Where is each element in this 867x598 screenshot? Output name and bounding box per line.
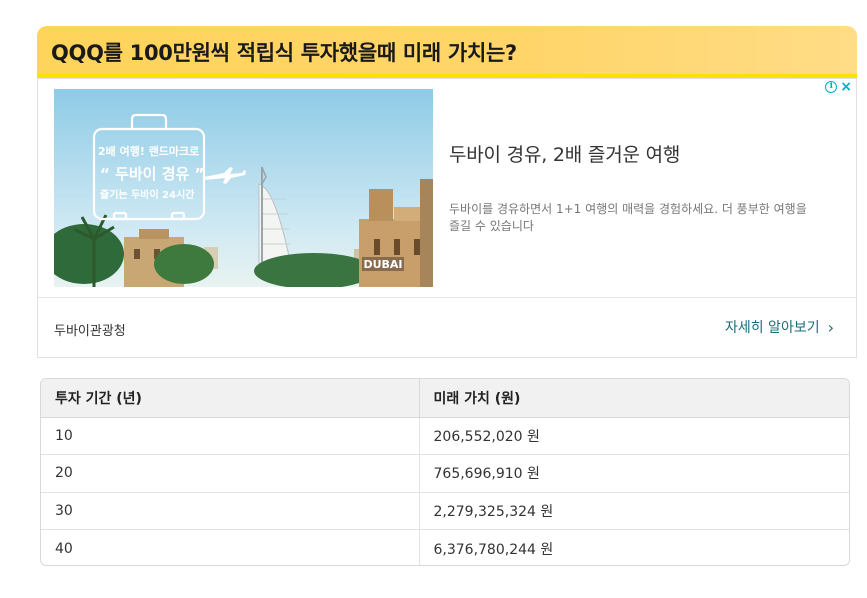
ad-image-line2: “ 두바이 경유 ”: [100, 165, 204, 183]
chevron-right-icon: ›: [827, 317, 834, 337]
cell-period: 20: [41, 454, 420, 493]
info-icon[interactable]: i: [825, 81, 838, 93]
page-title: QQQ를 100만원씩 적립식 투자했을때 미래 가치는?: [51, 41, 517, 65]
ad-image-line3: 즐기는 두바이 24시간: [100, 188, 195, 201]
ad-description[interactable]: 두바이를 경유하면서 1+1 여행의 매력을 경험하세요. 더 풍부한 여행을 …: [449, 201, 819, 235]
ad-choices[interactable]: i ×: [825, 80, 852, 94]
cell-period: 40: [41, 529, 420, 565]
ad-advertiser[interactable]: 두바이관광청: [54, 320, 126, 339]
ad-image[interactable]: DUBAI 2배 여행! 랜드마크로 “ 두바이 경유 ” 즐기는 두바이 24…: [54, 89, 433, 287]
ad-headline[interactable]: 두바이 경유, 2배 즐거운 여행: [449, 140, 680, 167]
article-title-bar: QQQ를 100만원씩 적립식 투자했을때 미래 가치는?: [37, 26, 857, 78]
advertisement[interactable]: i × DUBAI 2배 여행! 랜드마크로 “ 두바이 경유 ” 즐기는 두바…: [37, 78, 857, 358]
cell-value: 765,696,910 원: [419, 454, 849, 493]
cell-period: 30: [41, 492, 420, 530]
column-header-period: 투자 기간 (년): [41, 379, 420, 418]
cell-value: 2,279,325,324 원: [419, 492, 849, 530]
ad-image-line1: 2배 여행! 랜드마크로: [98, 144, 199, 158]
table-row: 40 6,376,780,244 원: [41, 529, 849, 565]
table-row: 30 2,279,325,324 원: [41, 492, 849, 530]
column-header-value: 미래 가치 (원): [419, 379, 849, 418]
ad-footer: 두바이관광청 자세히 알아보기 ›: [38, 297, 856, 358]
cell-value: 6,376,780,244 원: [433, 541, 554, 558]
learn-more-button[interactable]: 자세히 알아보기 ›: [725, 317, 834, 337]
ad-image-badge: DUBAI: [363, 258, 402, 271]
table-row: 10 206,552,020 원: [41, 417, 849, 455]
investment-table: 투자 기간 (년) 미래 가치 (원) 10 206,552,020 원 20 …: [40, 378, 850, 566]
table-header-row: 투자 기간 (년) 미래 가치 (원): [41, 379, 849, 418]
cell-value: 206,552,020 원: [419, 417, 849, 455]
learn-more-label: 자세히 알아보기: [724, 320, 820, 336]
close-icon[interactable]: ×: [840, 80, 852, 94]
cell-period: 10: [41, 417, 420, 455]
table-row: 20 765,696,910 원: [41, 454, 849, 493]
